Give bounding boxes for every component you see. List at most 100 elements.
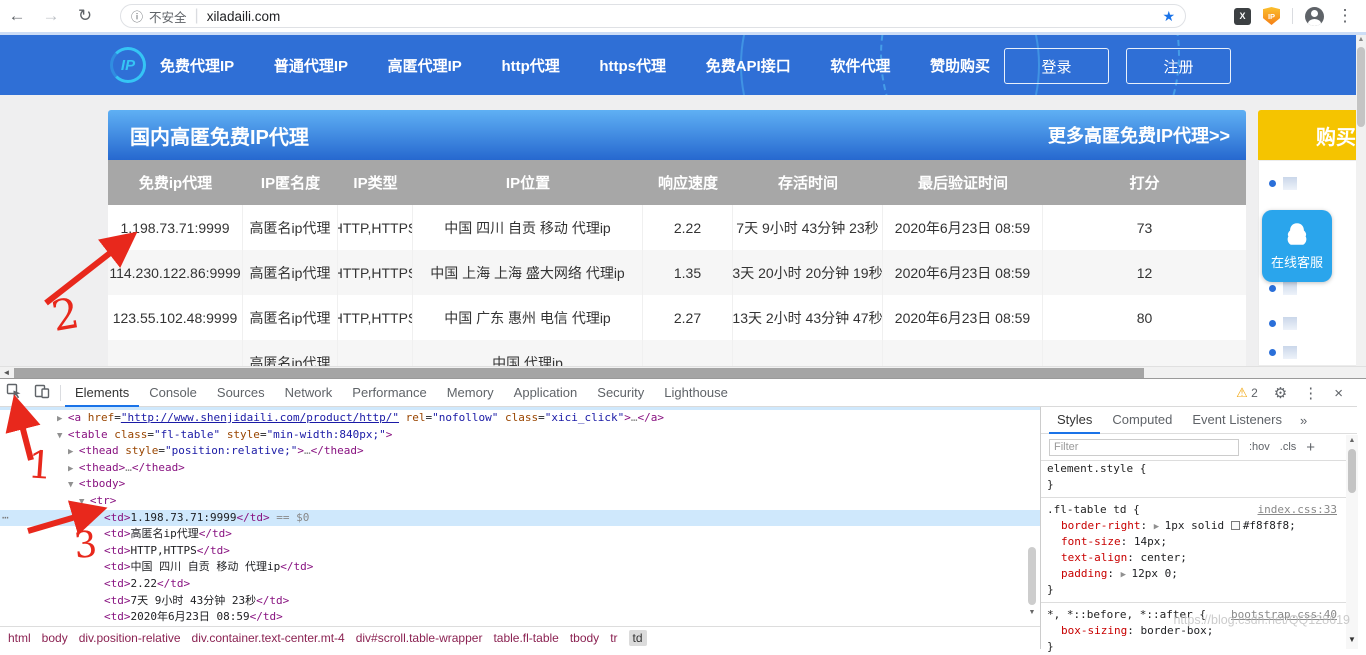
styles-filter-input[interactable] bbox=[1049, 439, 1239, 456]
table-row-clipped[interactable]: 高匿名ip代理 中国 代理ip bbox=[108, 340, 1246, 366]
scrollbar-thumb[interactable] bbox=[1357, 47, 1365, 127]
crumb-container[interactable]: div.container.text-center.mt-4 bbox=[192, 631, 345, 645]
css-line[interactable]: } bbox=[1041, 582, 1357, 598]
crumb-tr[interactable]: tr bbox=[610, 631, 617, 645]
dom-tree-line[interactable]: ▼ <table class="fl-table" style="min-wid… bbox=[0, 427, 1040, 444]
toggle-class-button[interactable]: .cls bbox=[1280, 441, 1297, 453]
crumb-body[interactable]: body bbox=[42, 631, 68, 645]
more-actions-icon[interactable]: ⋯ bbox=[2, 510, 10, 527]
scrollbar-thumb[interactable] bbox=[1028, 547, 1036, 605]
table-row[interactable]: 1.198.73.71:9999 高匿名ip代理 HTTP,HTTPS 中国 四… bbox=[108, 205, 1246, 250]
toggle-hover-button[interactable]: :hov bbox=[1249, 441, 1270, 453]
nav-item-https-proxy[interactable]: https代理 bbox=[599, 55, 666, 76]
css-property[interactable]: padding: ▶ 12px 0; bbox=[1041, 566, 1357, 582]
css-rule-header[interactable]: index.css:33.fl-table td { bbox=[1041, 502, 1357, 518]
nav-item-free-proxy[interactable]: 免费代理IP bbox=[160, 55, 234, 76]
table-row[interactable]: 123.55.102.48:9999 高匿名ip代理 HTTP,HTTPS 中国… bbox=[108, 295, 1246, 340]
qq-customer-service-button[interactable]: 在线客服 bbox=[1262, 210, 1332, 282]
tab-sources[interactable]: Sources bbox=[207, 380, 275, 407]
css-property[interactable]: text-align: center; bbox=[1041, 550, 1357, 566]
forward-icon[interactable]: → bbox=[34, 6, 68, 26]
crumb-div[interactable]: div.position-relative bbox=[79, 631, 181, 645]
page-horizontal-scrollbar[interactable]: ◄ bbox=[0, 366, 1366, 378]
devtools-menu-icon[interactable]: ⋮ bbox=[1303, 384, 1318, 402]
nav-item-sponsor[interactable]: 赞助购买 bbox=[930, 55, 990, 76]
nav-item-normal-proxy[interactable]: 普通代理IP bbox=[274, 55, 348, 76]
buy-panel-header[interactable]: 购买 bbox=[1258, 110, 1366, 160]
page-vertical-scrollbar[interactable]: ▲ bbox=[1356, 35, 1366, 366]
scrollbar-thumb[interactable] bbox=[14, 368, 1144, 378]
css-rule-header[interactable]: bootstrap.css:40*, *::before, *::after { bbox=[1041, 607, 1357, 623]
scroll-up-icon[interactable]: ▲ bbox=[1356, 35, 1366, 45]
nav-item-software-proxy[interactable]: 软件代理 bbox=[830, 55, 890, 76]
profile-avatar[interactable] bbox=[1305, 7, 1324, 26]
tab-lighthouse[interactable]: Lighthouse bbox=[654, 380, 738, 407]
more-tabs-icon[interactable]: » bbox=[1294, 413, 1313, 428]
crumb-scroll[interactable]: div#scroll.table-wrapper bbox=[356, 631, 483, 645]
dom-tree-line[interactable]: ▼ <tr> bbox=[0, 493, 1040, 510]
scroll-down-icon[interactable]: ▼ bbox=[1026, 609, 1038, 616]
browser-menu-icon[interactable]: ⋮ bbox=[1336, 6, 1354, 26]
css-property[interactable]: font-size: 14px; bbox=[1041, 534, 1357, 550]
tab-security[interactable]: Security bbox=[587, 380, 654, 407]
tab-memory[interactable]: Memory bbox=[437, 380, 504, 407]
close-devtools-icon[interactable]: × bbox=[1334, 385, 1343, 402]
address-bar[interactable]: ⓘ 不安全 | xiladaili.com ★ bbox=[120, 4, 1186, 28]
back-icon[interactable]: ← bbox=[0, 6, 34, 26]
dom-tree-scrollbar[interactable]: ▼ bbox=[1026, 407, 1038, 626]
nav-item-http-proxy[interactable]: http代理 bbox=[501, 55, 559, 76]
scroll-down-icon[interactable]: ▼ bbox=[1346, 635, 1358, 644]
css-line[interactable]: element.style { bbox=[1041, 461, 1357, 477]
dom-tree-line[interactable]: <td>高匿名ip代理</td> bbox=[0, 526, 1040, 543]
inspect-element-icon[interactable] bbox=[0, 383, 28, 404]
dom-tree-line[interactable]: <td>7天 9小时 43分钟 23秒</td> bbox=[0, 593, 1040, 610]
scroll-up-icon[interactable]: ▲ bbox=[1346, 437, 1358, 444]
tab-console[interactable]: Console bbox=[139, 380, 207, 407]
tab-performance[interactable]: Performance bbox=[342, 380, 436, 407]
warning-badge[interactable]: ⚠ 2 bbox=[1236, 385, 1258, 401]
more-proxies-link[interactable]: 更多高匿免费IP代理>> bbox=[1048, 122, 1230, 148]
css-line[interactable]: } bbox=[1041, 477, 1357, 493]
dom-tree-line[interactable]: <td>中国 四川 自贡 移动 代理ip</td> bbox=[0, 559, 1040, 576]
dom-tree-line[interactable]: ▶ <thead style="position:relative;">…</t… bbox=[0, 443, 1040, 460]
tab-computed[interactable]: Computed bbox=[1104, 407, 1180, 434]
styles-scrollbar[interactable]: ▲ ▼ bbox=[1346, 435, 1358, 649]
crumb-td-selected[interactable]: td bbox=[629, 630, 647, 646]
site-logo[interactable]: IP bbox=[110, 47, 146, 83]
settings-gear-icon[interactable]: ⚙ bbox=[1274, 384, 1287, 402]
dom-tree-line-selected[interactable]: ⋯<td>1.198.73.71:9999</td> == $0 bbox=[0, 510, 1040, 527]
extension-x-icon[interactable]: X bbox=[1234, 8, 1251, 25]
tab-elements[interactable]: Elements bbox=[65, 380, 139, 407]
info-icon[interactable]: ⓘ bbox=[131, 8, 143, 25]
bookmark-star-icon[interactable]: ★ bbox=[1162, 8, 1175, 25]
dom-tree-line[interactable]: ▶ <thead>…</thead> bbox=[0, 460, 1040, 477]
tab-network[interactable]: Network bbox=[275, 380, 343, 407]
dom-tree-line[interactable]: <td>HTTP,HTTPS</td> bbox=[0, 543, 1040, 560]
devtools-tabbar: Elements Console Sources Network Perform… bbox=[0, 380, 1357, 407]
dom-tree-line[interactable]: ▼ <tbody> bbox=[0, 476, 1040, 493]
extension-ip-icon[interactable]: IP bbox=[1263, 7, 1280, 25]
dom-tree-line[interactable]: ▶ <a href="http://www.shenjidaili.com/pr… bbox=[0, 410, 1040, 427]
crumb-tbody[interactable]: tbody bbox=[570, 631, 599, 645]
crumb-table[interactable]: table.fl-table bbox=[493, 631, 558, 645]
tab-styles[interactable]: Styles bbox=[1049, 407, 1100, 434]
login-button[interactable]: 登录 bbox=[1004, 48, 1109, 84]
new-style-rule-button[interactable]: + bbox=[1306, 439, 1315, 456]
css-line[interactable]: } bbox=[1041, 639, 1357, 655]
css-property[interactable]: border-right: ▶ 1px solid #f8f8f8; bbox=[1041, 518, 1357, 534]
nav-item-free-api[interactable]: 免费API接口 bbox=[706, 55, 791, 76]
register-button[interactable]: 注册 bbox=[1126, 48, 1231, 84]
tab-application[interactable]: Application bbox=[504, 380, 588, 407]
dom-tree-line[interactable]: <td>2.22</td> bbox=[0, 576, 1040, 593]
tab-event-listeners[interactable]: Event Listeners bbox=[1184, 407, 1290, 434]
url-text[interactable]: xiladaili.com bbox=[207, 9, 281, 24]
refresh-icon[interactable]: ↻ bbox=[68, 6, 102, 26]
css-property[interactable]: box-sizing: border-box; bbox=[1041, 623, 1357, 639]
device-toolbar-icon[interactable] bbox=[28, 383, 56, 404]
column-header: 响应速度 bbox=[643, 160, 733, 205]
crumb-html[interactable]: html bbox=[8, 631, 31, 645]
nav-item-anon-proxy[interactable]: 高匿代理IP bbox=[388, 55, 462, 76]
dom-tree-line[interactable]: <td>2020年6月23日 08:59</td> bbox=[0, 609, 1040, 626]
scrollbar-thumb[interactable] bbox=[1348, 449, 1356, 493]
table-row[interactable]: 114.230.122.86:9999 高匿名ip代理 HTTP,HTTPS 中… bbox=[108, 250, 1246, 295]
